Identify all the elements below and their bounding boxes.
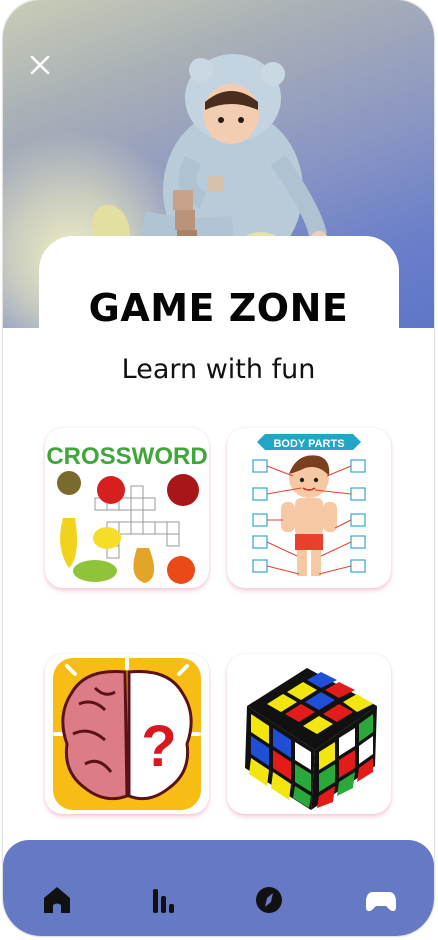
bottom-nav xyxy=(3,840,434,936)
gamepad-icon[interactable] xyxy=(365,884,397,916)
crossword-puzzle-image: CROSSWORD xyxy=(46,438,208,584)
close-icon[interactable] xyxy=(27,52,53,78)
page-subtitle: Learn with fun xyxy=(121,354,316,385)
body-parts-image-text: BODY PARTS xyxy=(273,438,344,450)
page-title: GAME ZONE xyxy=(88,286,349,330)
home-icon[interactable] xyxy=(41,884,73,916)
compass-icon[interactable] xyxy=(253,884,285,916)
rubiks-cube-image xyxy=(245,668,377,810)
brain-question-image: ? xyxy=(53,656,201,810)
game-tile-body-parts[interactable]: BODY PARTS xyxy=(227,428,391,588)
crossword-image-text: CROSSWORD xyxy=(46,443,207,470)
app-screen: GAME ZONE Learn with fun CROSSWORD BODY … xyxy=(3,0,434,936)
body-parts-image: BODY PARTS xyxy=(252,434,366,576)
game-tile-rubiks-cube[interactable] xyxy=(227,654,391,814)
game-tile-brain-puzzle[interactable]: ? xyxy=(45,654,209,814)
question-mark-text: ? xyxy=(141,714,176,779)
game-tile-crossword[interactable]: CROSSWORD xyxy=(45,428,209,588)
bar-chart-icon[interactable] xyxy=(148,884,180,916)
